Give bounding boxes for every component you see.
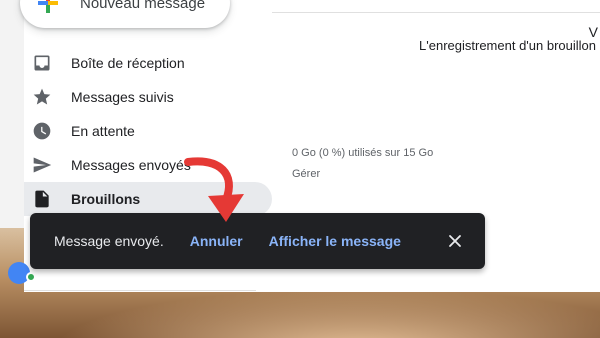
- storage-usage: 0 Go (0 %) utilisés sur 15 Go: [292, 147, 434, 159]
- status-dot: [26, 272, 36, 282]
- clock-icon: [32, 121, 52, 141]
- sidebar-item-label: En attente: [71, 123, 135, 139]
- star-icon: [32, 87, 52, 107]
- sidebar-item-label: Messages envoyés: [71, 157, 191, 173]
- manage-storage-link[interactable]: Gérer: [292, 168, 320, 180]
- sidebar-item-label: Messages suivis: [71, 89, 174, 105]
- snackbar-message: Message envoyé.: [54, 233, 164, 249]
- annotation-arrow: [184, 157, 244, 222]
- sidebar-item-starred[interactable]: Messages suivis: [24, 80, 272, 114]
- sidebar-divider: [24, 290, 256, 291]
- draft-icon: [32, 189, 52, 209]
- compose-button[interactable]: Nouveau message: [20, 0, 230, 28]
- sidebar-item-label: Brouillons: [71, 191, 141, 207]
- sidebar-item-snoozed[interactable]: En attente: [24, 114, 272, 148]
- main-divider: [272, 12, 600, 13]
- compose-plus-icon: [38, 0, 58, 13]
- inbox-icon: [32, 53, 52, 73]
- view-message-button[interactable]: Afficher le message: [269, 233, 401, 249]
- draft-notice: L'enregistrement d'un brouillon: [419, 38, 596, 53]
- close-icon[interactable]: [445, 231, 465, 251]
- compose-label: Nouveau message: [80, 0, 206, 12]
- sidebar-item-label: Boîte de réception: [71, 55, 185, 71]
- undo-button[interactable]: Annuler: [190, 233, 243, 249]
- send-icon: [32, 155, 52, 175]
- sidebar-item-inbox[interactable]: Boîte de réception: [24, 46, 272, 80]
